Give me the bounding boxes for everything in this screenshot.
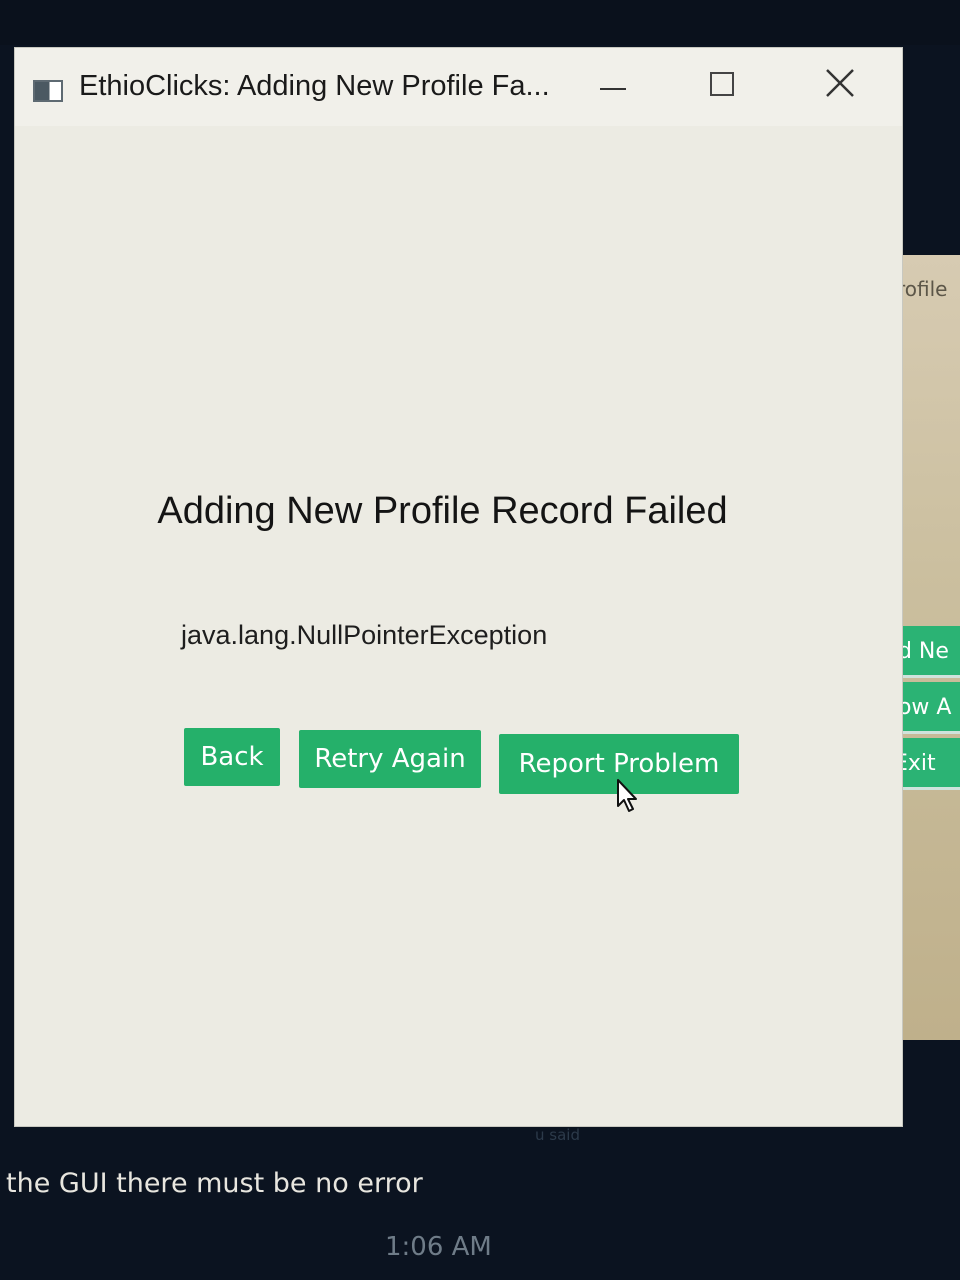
mouse-pointer-icon: [617, 779, 637, 812]
minimize-button[interactable]: [583, 60, 643, 120]
background-tab-label: rofile: [897, 277, 948, 301]
title-bar[interactable]: EthioClicks: Adding New Profile Fa...: [15, 48, 902, 126]
window-title: EthioClicks: Adding New Profile Fa...: [79, 70, 550, 102]
close-icon: [826, 69, 854, 97]
app-window-icon: [33, 80, 63, 102]
exception-message: java.lang.NullPointerException: [181, 620, 548, 650]
top-strip: [0, 0, 960, 45]
maximize-icon: [710, 72, 734, 96]
chat-faint-label: u said: [535, 1126, 580, 1144]
back-button[interactable]: Back: [184, 728, 280, 786]
chat-message: the GUI there must be no error: [6, 1168, 423, 1199]
error-dialog-window: EthioClicks: Adding New Profile Fa... Ad…: [15, 48, 902, 1126]
chat-timestamp: 1:06 AM: [385, 1232, 492, 1262]
maximize-button[interactable]: [692, 60, 752, 120]
error-heading: Adding New Profile Record Failed: [157, 490, 728, 532]
retry-again-button[interactable]: Retry Again: [299, 730, 481, 788]
close-button[interactable]: [810, 60, 870, 120]
minimize-icon: [600, 88, 626, 90]
